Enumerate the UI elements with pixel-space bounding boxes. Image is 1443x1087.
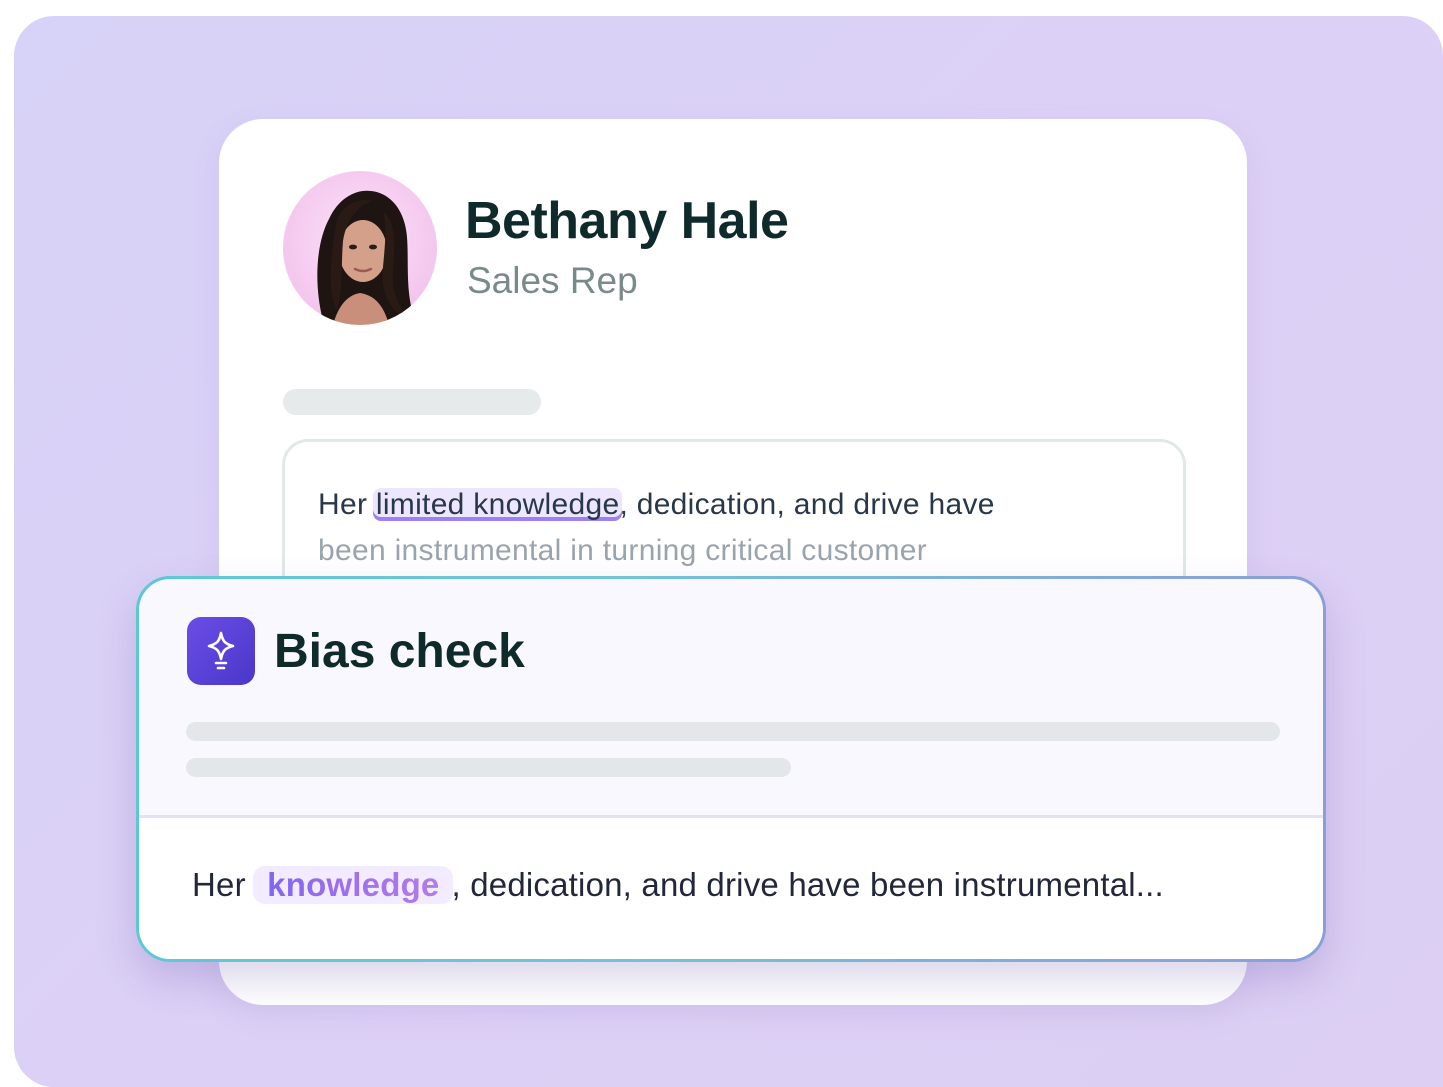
placeholder-line bbox=[186, 722, 1280, 741]
background-stage: Bethany Hale Sales Rep Her limited knowl… bbox=[14, 16, 1443, 1087]
review-text: Her limited knowledge, dedication, and d… bbox=[318, 482, 1158, 574]
suggested-word-pill[interactable]: knowledge bbox=[253, 866, 454, 904]
suggestion-area[interactable]: Her knowledge, dedication, and drive hav… bbox=[139, 818, 1323, 959]
bias-check-panel: Bias check Her knowledge, dedication, an… bbox=[136, 576, 1326, 962]
review-suffix: , dedication, and drive have bbox=[619, 488, 995, 521]
flagged-phrase[interactable]: limited knowledge bbox=[372, 488, 623, 521]
suggestion-text: Her knowledge, dedication, and drive hav… bbox=[192, 866, 1164, 904]
suggestion-prefix: Her bbox=[192, 866, 256, 903]
suggestion-suffix: , dedication, and drive have been instru… bbox=[451, 866, 1164, 903]
person-name: Bethany Hale bbox=[465, 192, 789, 250]
review-line-2: been instrumental in turning critical cu… bbox=[318, 534, 928, 567]
person-role: Sales Rep bbox=[467, 260, 638, 301]
avatar bbox=[283, 171, 437, 325]
placeholder-label-bar bbox=[283, 389, 541, 415]
placeholder-line bbox=[186, 758, 791, 777]
review-prefix: Her bbox=[318, 488, 376, 521]
suggested-word: knowledge bbox=[259, 866, 447, 904]
sparkle-lightbulb-icon bbox=[187, 617, 255, 685]
bias-check-title: Bias check bbox=[274, 625, 525, 678]
